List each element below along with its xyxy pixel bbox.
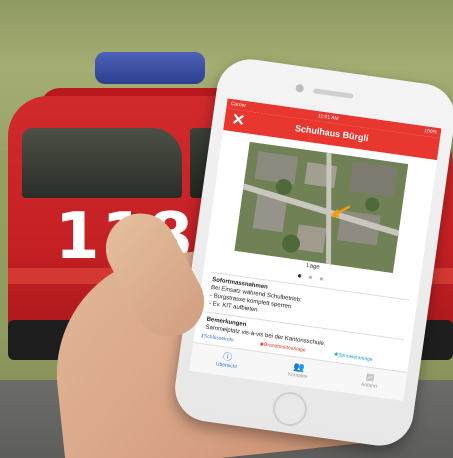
- smartphone: Carrier 11:01 AM 100% ✕ Schulhaus Bürgli: [170, 55, 453, 450]
- pager-dot[interactable]: ●: [297, 271, 305, 281]
- pager-dot[interactable]: ●: [318, 274, 326, 284]
- carrier-label: Carrier: [230, 100, 247, 109]
- home-button[interactable]: [270, 389, 310, 429]
- car-window: [22, 128, 182, 198]
- battery-level: 100%: [423, 128, 438, 136]
- phone-screen: Carrier 11:01 AM 100% ✕ Schulhaus Bürgli: [189, 98, 442, 401]
- tab-kontakte[interactable]: 👥 Kontakte: [262, 357, 336, 384]
- blue-light-bar: [95, 52, 205, 84]
- earpiece-speaker: [313, 88, 354, 99]
- photo: 118 Carrier 11:01 AM 100% ✕ Schulhaus Bü…: [0, 0, 453, 458]
- aerial-map-image[interactable]: [234, 141, 409, 274]
- tab-anfahrt[interactable]: ▤ Anfahrt: [333, 367, 407, 394]
- tab-uebersicht[interactable]: ⓘ Übersicht: [190, 347, 264, 374]
- aerial-photo: [234, 141, 409, 274]
- pager-dot[interactable]: ●: [308, 272, 316, 282]
- front-camera: [295, 83, 305, 93]
